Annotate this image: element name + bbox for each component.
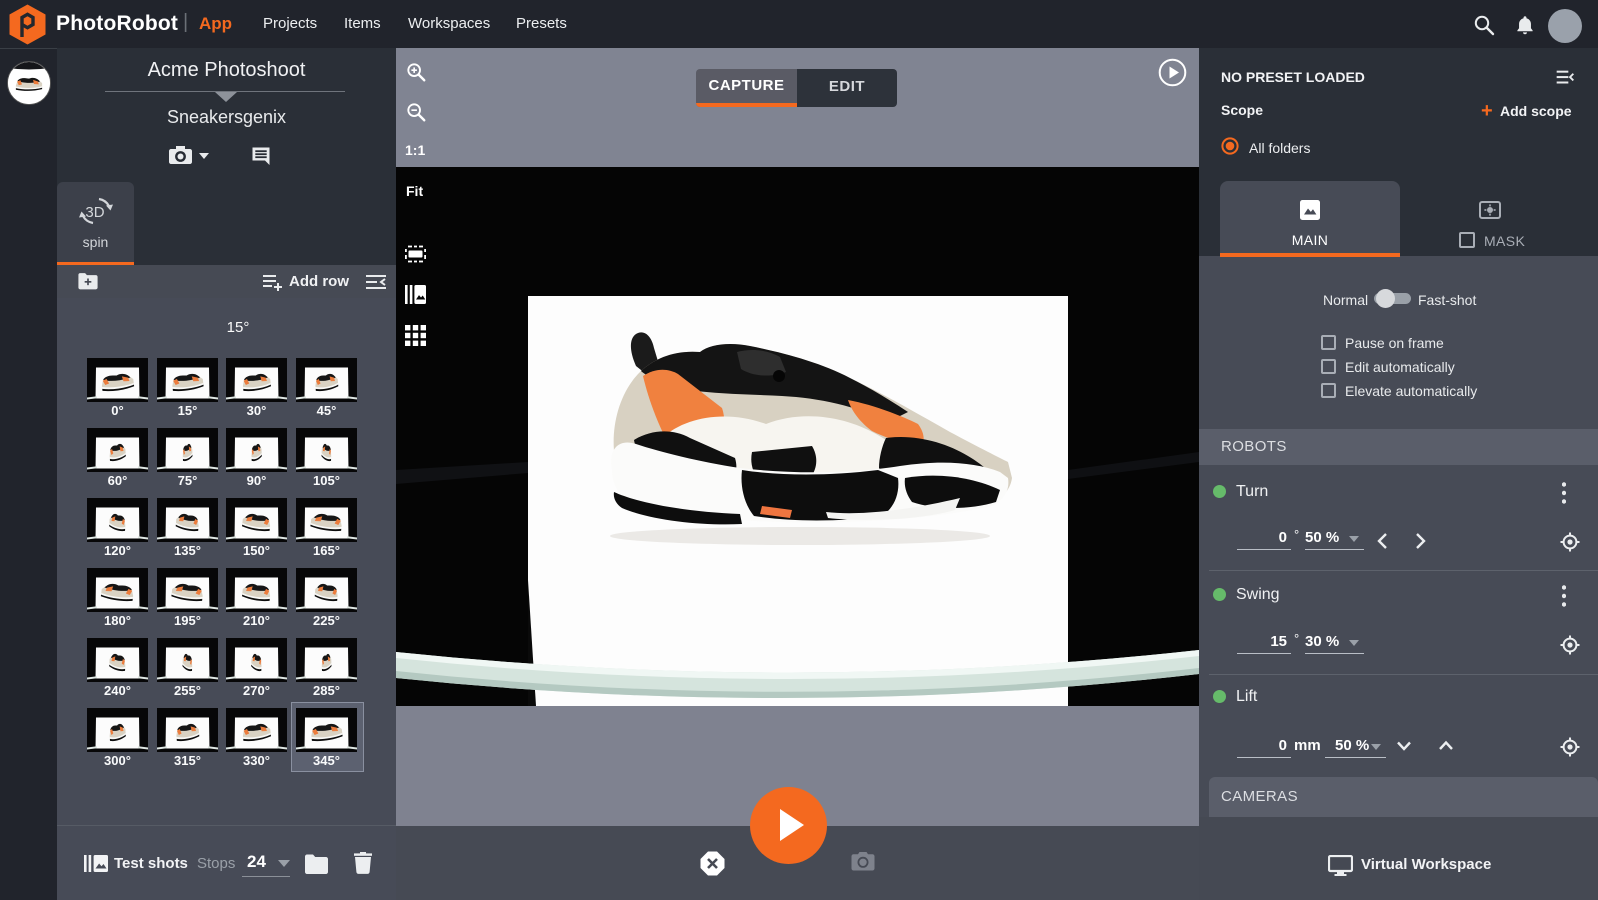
svg-text:3D: 3D bbox=[85, 204, 104, 221]
